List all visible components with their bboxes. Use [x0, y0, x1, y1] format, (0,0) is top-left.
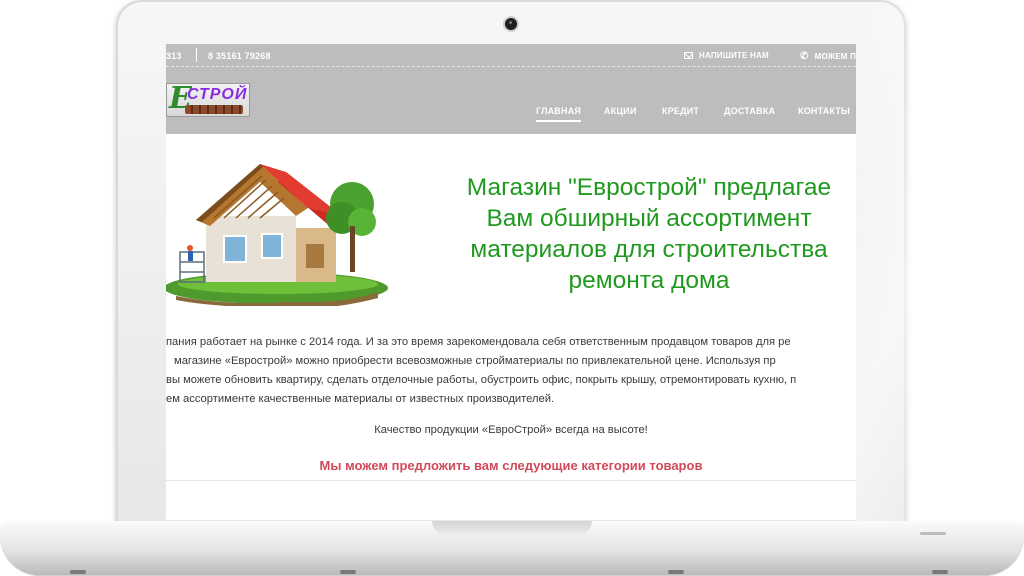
main-navbar: Е СТРОЙ ГЛАВНАЯ АКЦИИ КРЕДИТ ДОСТАВКА КО…	[166, 67, 856, 134]
about-paragraph: пания работает на рынке с 2014 года. И з…	[166, 333, 856, 409]
nav-home[interactable]: ГЛАВНАЯ	[536, 106, 582, 122]
mail-icon	[684, 52, 693, 59]
quality-statement: Качество продукции «ЕвроСтрой» всегда на…	[374, 424, 648, 436]
webcam-icon	[505, 18, 517, 30]
about-line-3: вы можете обновить квартиру, сделать отд…	[166, 374, 797, 386]
phone-icon: ✆	[800, 51, 809, 62]
site-logo[interactable]: Е СТРОЙ	[166, 81, 250, 117]
about-line-4: ем ассортименте качественные материалы о…	[166, 393, 555, 405]
top-contact-bar: 313 8 35161 79268 НАПИШИТЕ НАМ ✆ МОЖЕМ П	[166, 44, 856, 67]
nav-credit[interactable]: КРЕДИТ	[662, 106, 699, 116]
nav-contacts[interactable]: КОНТАКТЫ	[798, 106, 850, 116]
categories-heading: Мы можем предложить вам следующие катего…	[319, 458, 703, 473]
phone-number-2[interactable]: 8 35161 79268	[208, 51, 271, 61]
phone-number-1[interactable]: 313	[166, 51, 182, 61]
laptop-screen: 313 8 35161 79268 НАПИШИТЕ НАМ ✆ МОЖЕМ П …	[166, 44, 856, 520]
laptop-foot-center-left	[340, 570, 356, 574]
logo-text: СТРОЙ	[187, 86, 248, 103]
nav-promotions[interactable]: АКЦИИ	[604, 106, 637, 116]
hero-line-4: ремонта дома	[568, 267, 730, 294]
laptop-foot-center-right	[668, 570, 684, 574]
house-illustration	[166, 164, 388, 306]
hero-title: Магазин "Евро­строй" предлагае Вам обшир…	[424, 172, 856, 296]
write-us-link[interactable]: НАПИШИТЕ НАМ	[684, 51, 769, 60]
hero-line-1: Магазин "Евро­строй" предлагае	[466, 174, 832, 201]
nav-delivery[interactable]: ДОСТАВКА	[724, 106, 775, 116]
callback-label: МОЖЕМ П	[814, 52, 856, 61]
about-line-1: пания работает на рынке с 2014 года. И з…	[166, 336, 791, 348]
laptop-base	[0, 521, 1024, 576]
laptop-led	[920, 532, 946, 535]
laptop-foot-right	[932, 570, 948, 574]
topbar-separator	[196, 48, 197, 62]
logo-roof-graphic	[185, 105, 243, 114]
callback-link[interactable]: ✆ МОЖЕМ П	[800, 51, 856, 62]
categories-divider	[166, 480, 856, 481]
laptop-notch	[432, 521, 592, 535]
hero-line-2: Вам обширный ассортимент	[486, 205, 812, 232]
write-us-label: НАПИШИТЕ НАМ	[699, 51, 769, 60]
laptop-foot-left	[70, 570, 86, 574]
about-line-2: магазине «Еврострой» можно приобрести вс…	[174, 355, 776, 367]
hero-line-3: материалов для строительства	[470, 236, 828, 263]
